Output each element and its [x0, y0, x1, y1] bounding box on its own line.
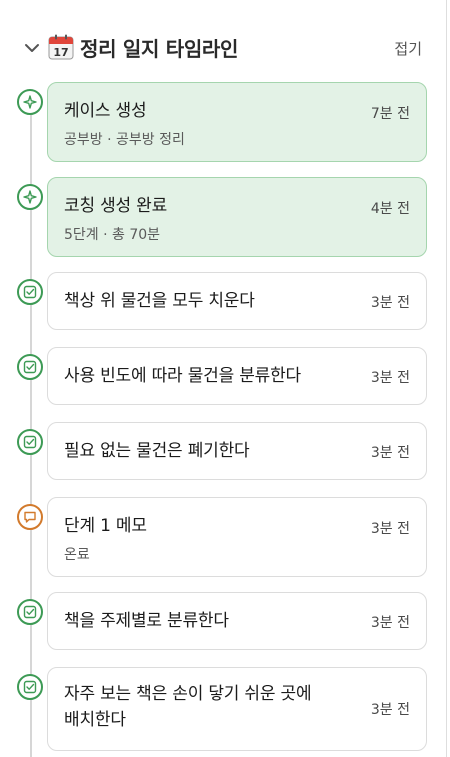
- checkbox-icon: [17, 279, 43, 305]
- timeline-card[interactable]: 책을 주제별로 분류한다 3분 전: [47, 592, 427, 650]
- sparkle-icon: [17, 184, 43, 210]
- timeline-card[interactable]: 책상 위 물건을 모두 치운다 3분 전: [47, 272, 427, 330]
- timeline-card[interactable]: 코칭 생성 완료 5단계 · 총 70분 4분 전: [47, 177, 427, 257]
- event-subtitle: 5단계 · 총 70분: [64, 227, 161, 243]
- checkbox-icon: [17, 354, 43, 380]
- timeline-card[interactable]: 단계 1 메모 온료 3분 전: [47, 497, 427, 577]
- panel-divider: [446, 0, 447, 757]
- event-title: 코칭 생성 완료: [64, 196, 168, 216]
- event-time: 7분 전: [370, 106, 410, 122]
- checkbox-icon: [17, 674, 43, 700]
- event-time: 3분 전: [370, 702, 410, 718]
- timeline-card[interactable]: 자주 보는 책은 손이 닿기 쉬운 곳에 배치한다 3분 전: [47, 667, 427, 751]
- event-title: 사용 빈도에 따라 물건을 분류한다: [64, 366, 301, 386]
- event-title-line2: 배치한다: [64, 710, 126, 730]
- chevron-down-icon[interactable]: [22, 38, 42, 58]
- comment-icon: [17, 504, 43, 530]
- event-time: 4분 전: [370, 201, 410, 217]
- event-title: 책을 주제별로 분류한다: [64, 611, 229, 631]
- page-title: 정리 일지 타임라인: [80, 37, 239, 61]
- checkbox-icon: [17, 599, 43, 625]
- timeline-card[interactable]: 케이스 생성 공부방 · 공부방 정리 7분 전: [47, 82, 427, 162]
- event-title: 단계 1 메모: [64, 516, 147, 536]
- timeline-card[interactable]: 필요 없는 물건은 폐기한다 3분 전: [47, 422, 427, 480]
- timeline-card[interactable]: 사용 빈도에 따라 물건을 분류한다 3분 전: [47, 347, 427, 405]
- event-time: 3분 전: [370, 445, 410, 461]
- collapse-button[interactable]: 접기: [394, 38, 422, 59]
- timeline-header: 17 정리 일지 타임라인 접기: [0, 0, 446, 78]
- event-subtitle: 온료: [64, 547, 90, 563]
- event-title: 자주 보는 책은 손이 닿기 쉬운 곳에: [64, 684, 312, 704]
- event-time: 3분 전: [370, 615, 410, 631]
- event-time: 3분 전: [370, 521, 410, 537]
- checkbox-icon: [17, 429, 43, 455]
- event-title: 케이스 생성: [64, 101, 147, 121]
- event-time: 3분 전: [370, 370, 410, 386]
- event-subtitle: 공부방 · 공부방 정리: [64, 132, 185, 148]
- sparkle-icon: [17, 89, 43, 115]
- event-title: 필요 없는 물건은 폐기한다: [64, 441, 250, 461]
- calendar-icon: 17: [48, 34, 74, 60]
- event-title: 책상 위 물건을 모두 치운다: [64, 291, 255, 311]
- event-time: 3분 전: [370, 295, 410, 311]
- calendar-day: 17: [53, 46, 68, 59]
